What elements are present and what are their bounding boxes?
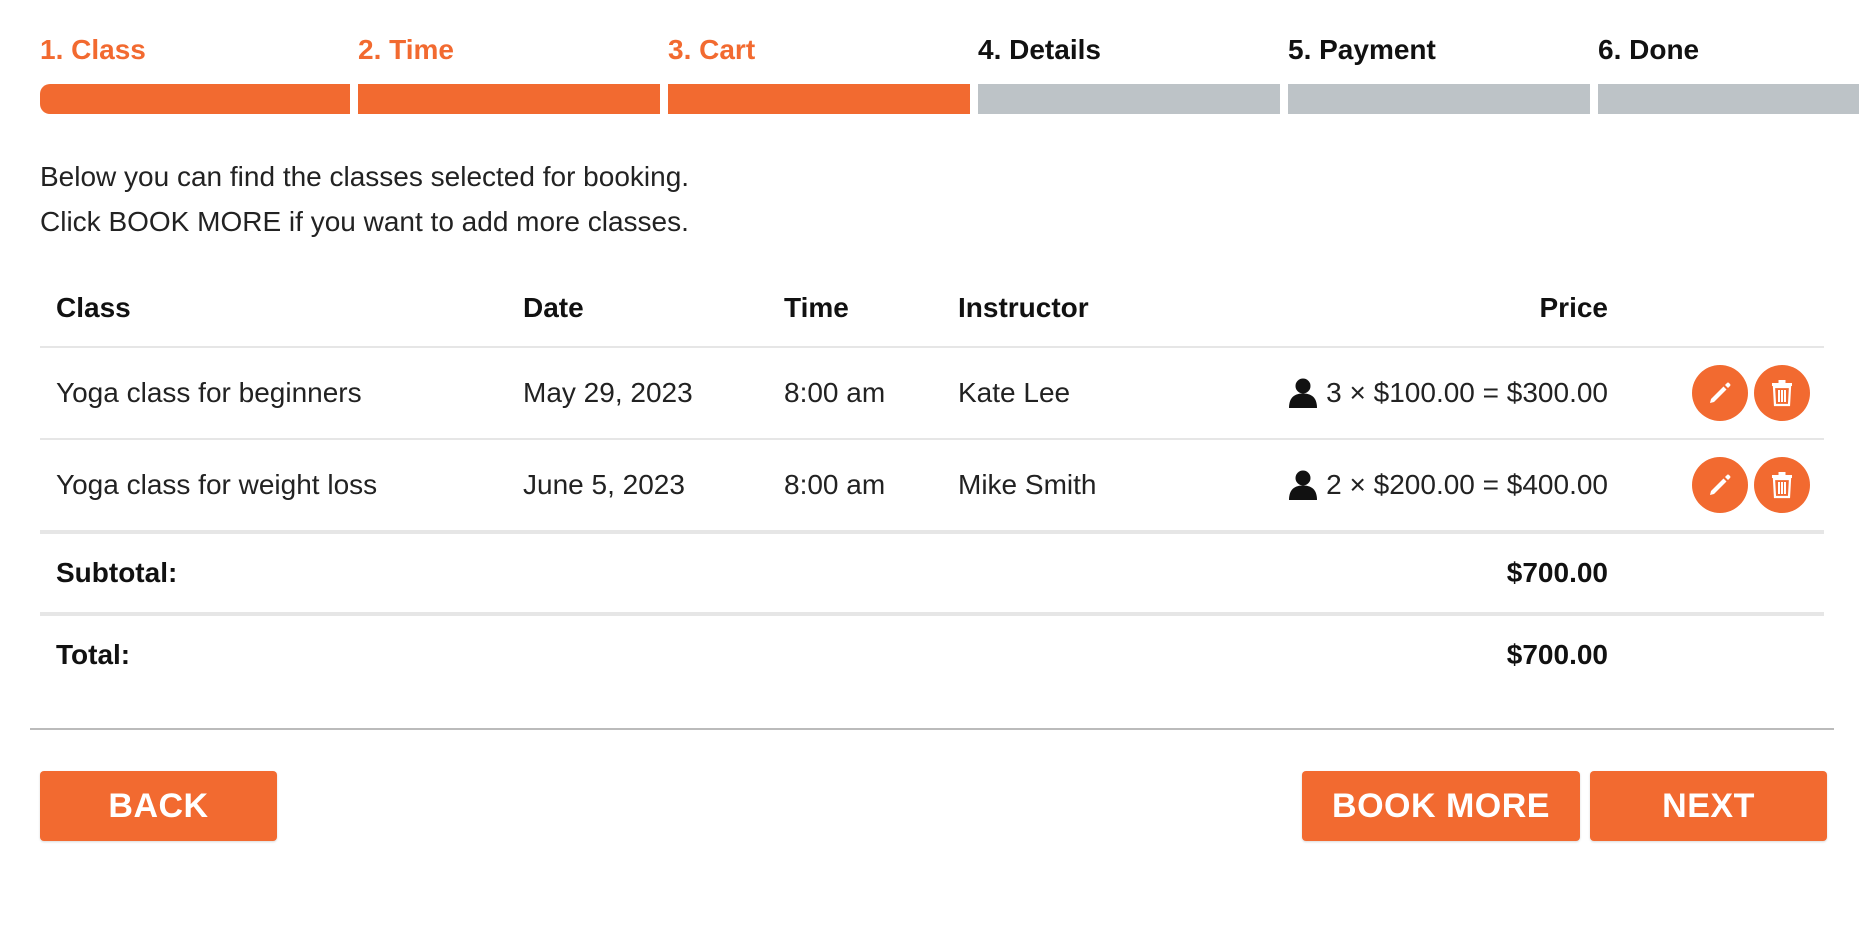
subtotal-row: Subtotal: $700.00	[40, 534, 1824, 616]
intro-line-2: Click BOOK MORE if you want to add more …	[40, 206, 689, 237]
step-label: 1. Class	[40, 34, 146, 65]
row-instructor: Mike Smith	[958, 469, 1097, 500]
footer-divider	[30, 728, 1834, 730]
step-label: 5. Payment	[1288, 34, 1436, 65]
row-time: 8:00 am	[784, 469, 886, 500]
step-time: 2. Time	[358, 30, 660, 116]
row-date: June 5, 2023	[523, 469, 685, 500]
step-label: 6. Done	[1598, 34, 1700, 65]
step-details: 4. Details	[978, 30, 1280, 116]
intro-line-1: Below you can find the classes selected …	[40, 161, 690, 192]
header-time: Time	[784, 292, 849, 323]
row-instructor: Kate Lee	[958, 377, 1071, 408]
subtotal-label: Subtotal:	[56, 557, 178, 588]
next-button[interactable]: NEXT	[1590, 771, 1827, 841]
step-class: 1. Class	[40, 30, 350, 116]
trash-icon	[1772, 380, 1792, 407]
pencil-icon	[1710, 382, 1731, 403]
table-row: Yoga class for beginners May 29, 2023 8:…	[40, 348, 1824, 440]
header-class: Class	[56, 292, 131, 323]
cart-table: Class Date Time Instructor Price Yoga cl…	[40, 270, 1824, 694]
total-row: Total: $700.00	[40, 616, 1824, 694]
step-progress-bar	[978, 84, 1280, 114]
step-done: 6. Done	[1598, 30, 1859, 116]
row-price-cell: 3 × $100.00 = $300.00	[1288, 348, 1608, 438]
step-progress-bar	[40, 84, 350, 114]
row-class: Yoga class for weight loss	[56, 469, 378, 500]
booking-cart-page: 1. Class 2. Time 3. Cart 4. Details 5. P…	[0, 0, 1859, 947]
person-icon	[1288, 377, 1318, 409]
step-progress-bar	[358, 84, 660, 114]
edit-button[interactable]	[1692, 365, 1748, 421]
booking-steps: 1. Class 2. Time 3. Cart 4. Details 5. P…	[40, 30, 1859, 116]
book-more-button[interactable]: BOOK MORE	[1302, 771, 1580, 841]
total-value: $700.00	[1506, 639, 1608, 670]
step-progress-bar	[668, 84, 970, 114]
cart-intro-text: Below you can find the classes selected …	[40, 154, 689, 244]
step-payment: 5. Payment	[1288, 30, 1590, 116]
step-label: 2. Time	[358, 34, 454, 65]
subtotal-value: $700.00	[1506, 557, 1608, 588]
row-price: 3 × $100.00 = $300.00	[1326, 377, 1608, 408]
row-price-cell: 2 × $200.00 = $400.00	[1288, 440, 1608, 530]
step-label: 3. Cart	[668, 34, 756, 65]
row-class: Yoga class for beginners	[56, 377, 362, 408]
row-time: 8:00 am	[784, 377, 886, 408]
delete-button[interactable]	[1754, 457, 1810, 513]
step-progress-bar	[1288, 84, 1590, 114]
row-date: May 29, 2023	[523, 377, 693, 408]
person-icon	[1288, 469, 1318, 501]
edit-button[interactable]	[1692, 457, 1748, 513]
back-button[interactable]: BACK	[40, 771, 277, 841]
table-row: Yoga class for weight loss June 5, 2023 …	[40, 440, 1824, 534]
header-price: Price	[1539, 292, 1609, 323]
trash-icon	[1772, 472, 1792, 499]
step-label: 4. Details	[978, 34, 1101, 65]
step-cart: 3. Cart	[668, 30, 970, 116]
header-date: Date	[523, 292, 584, 323]
step-progress-bar	[1598, 84, 1859, 114]
pencil-icon	[1710, 474, 1731, 495]
header-instructor: Instructor	[958, 292, 1089, 323]
row-price: 2 × $200.00 = $400.00	[1326, 469, 1608, 500]
table-header-row: Class Date Time Instructor Price	[40, 270, 1824, 348]
total-label: Total:	[56, 639, 131, 670]
row-actions	[1692, 348, 1810, 438]
delete-button[interactable]	[1754, 365, 1810, 421]
row-actions	[1692, 440, 1810, 530]
